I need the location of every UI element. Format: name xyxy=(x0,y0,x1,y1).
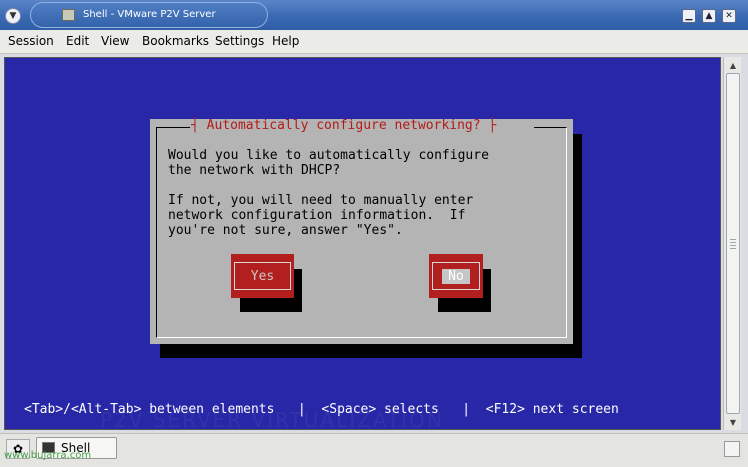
scrollbar-grip xyxy=(730,239,736,249)
no-button-frame: No xyxy=(432,262,480,290)
dialog-text-line: network configuration information. If xyxy=(168,208,466,223)
dialog-text-line: Would you like to automatically configur… xyxy=(168,148,489,163)
window-title-pill: Shell - VMware P2V Server xyxy=(30,2,268,28)
window-title: Shell - VMware P2V Server xyxy=(83,9,216,20)
terminal-scrollbar[interactable]: ▲ ▼ xyxy=(723,57,741,430)
maximize-icon: ▲ xyxy=(705,10,713,21)
window-titlebar[interactable]: ▼ Shell - VMware P2V Server ▁ ▲ ✕ xyxy=(0,0,748,30)
dialog-text-line: the network with DHCP? xyxy=(168,163,341,178)
menubar: Session Edit View Bookmarks Settings Hel… xyxy=(0,30,748,54)
menu-view[interactable]: View xyxy=(101,34,129,48)
menu-help[interactable]: Help xyxy=(272,34,299,48)
window-menu-button[interactable]: ▼ xyxy=(5,8,21,24)
close-icon: ✕ xyxy=(725,10,733,21)
tray-icon[interactable] xyxy=(724,441,740,457)
help-line: <Tab>/<Alt-Tab> between elements | <Spac… xyxy=(24,402,619,417)
dialog-title: ┤ Automatically configure networking? ├ xyxy=(191,118,497,133)
vmware-app-icon xyxy=(62,9,75,21)
menu-bookmarks[interactable]: Bookmarks xyxy=(142,34,209,48)
chevron-down-icon: ▼ xyxy=(9,11,17,21)
menu-session[interactable]: Session xyxy=(8,34,54,48)
yes-button[interactable]: Yes xyxy=(231,254,294,298)
minimize-icon: ▁ xyxy=(685,10,693,21)
close-button[interactable]: ✕ xyxy=(722,9,736,23)
no-button-label: No xyxy=(442,268,470,284)
menu-edit[interactable]: Edit xyxy=(66,34,89,48)
minimize-button[interactable]: ▁ xyxy=(682,9,696,23)
site-watermark: www.bujarra.com xyxy=(4,450,92,461)
yes-button-frame: Yes xyxy=(234,262,291,290)
scroll-down-icon[interactable]: ▼ xyxy=(726,416,740,428)
maximize-button[interactable]: ▲ xyxy=(702,9,716,23)
dialog-text-line: If not, you will need to manually enter xyxy=(168,193,474,208)
menu-settings[interactable]: Settings xyxy=(215,34,264,48)
yes-button-label: Yes xyxy=(250,268,275,284)
dialog-text-line: you're not sure, answer "Yes". xyxy=(168,223,403,238)
scrollbar-thumb[interactable] xyxy=(726,73,740,414)
dialog-title-text: Automatically configure networking? xyxy=(206,118,481,133)
scroll-up-icon[interactable]: ▲ xyxy=(726,59,740,71)
no-button[interactable]: No xyxy=(429,254,483,298)
